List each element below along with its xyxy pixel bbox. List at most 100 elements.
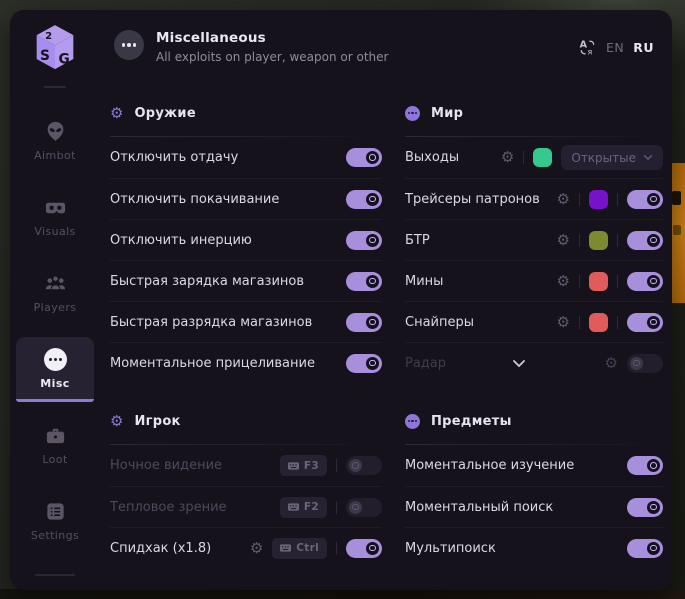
toggle[interactable]	[627, 190, 663, 209]
exits-dropdown[interactable]: Открытые	[561, 145, 663, 170]
svg-text:S: S	[40, 48, 50, 64]
separator	[579, 193, 580, 206]
section-world: Мир Выходы ⚙ Открытые	[405, 98, 663, 383]
row-label: Моментальный поиск	[405, 500, 553, 515]
gear-icon[interactable]: ⚙	[557, 192, 570, 207]
toggle-knob	[647, 275, 660, 288]
toggle-knob	[366, 275, 379, 288]
gear-icon[interactable]: ⚙	[501, 150, 514, 165]
gear-icon[interactable]: ⚙	[605, 356, 618, 371]
toggle[interactable]	[627, 456, 663, 475]
gear-icon[interactable]: ⚙	[557, 233, 570, 248]
section-header: Мир	[405, 98, 663, 128]
section-header: Предметы	[405, 406, 663, 436]
chevron-down-icon	[643, 154, 653, 161]
row-thermal-vision: Тепловое зрение F2	[110, 486, 382, 527]
toggle[interactable]	[346, 354, 382, 373]
toggle[interactable]	[627, 231, 663, 250]
section-title: Оружие	[134, 106, 196, 121]
page-header: Miscellaneous All exploits on player, we…	[114, 30, 654, 64]
page-title: Miscellaneous	[156, 30, 388, 46]
toggle-knob	[647, 234, 660, 247]
toggle[interactable]	[627, 354, 663, 373]
toggle[interactable]	[346, 148, 382, 167]
toggle-knob	[366, 151, 379, 164]
row-label: Спидхак (x1.8)	[110, 541, 211, 556]
section-header: ⚙ Игрок	[110, 406, 382, 436]
app-logo: 2 S G	[32, 22, 78, 74]
ellipsis-icon	[114, 30, 144, 60]
language-switcher: A я EN RU	[578, 38, 654, 57]
expand-button[interactable]	[512, 359, 526, 368]
toggle-knob	[366, 193, 379, 206]
separator	[617, 193, 618, 206]
sidebar-item-misc[interactable]: Misc	[16, 337, 94, 402]
color-swatch[interactable]	[533, 148, 552, 167]
gear-icon[interactable]: ⚙	[557, 274, 570, 289]
toggle[interactable]	[627, 539, 663, 558]
chevron-down-icon	[512, 359, 526, 368]
page-subtitle: All exploits on player, weapon or other	[156, 50, 388, 64]
toggle[interactable]	[346, 539, 382, 558]
toggle[interactable]	[346, 272, 382, 291]
column-right: Мир Выходы ⚙ Открытые	[405, 98, 663, 568]
gear-icon[interactable]: ⚙	[557, 315, 570, 330]
toggle-knob	[647, 316, 660, 329]
separator	[336, 459, 337, 472]
hotkey-badge[interactable]: F3	[280, 455, 327, 476]
translate-icon: A я	[578, 38, 597, 57]
toggle[interactable]	[627, 272, 663, 291]
lang-ru-button[interactable]: RU	[633, 40, 654, 55]
gear-icon[interactable]: ⚙	[250, 541, 263, 556]
alien-icon	[44, 120, 67, 143]
sidebar-item-players[interactable]: Players	[16, 261, 94, 326]
svg-text:G: G	[59, 52, 70, 68]
separator	[617, 316, 618, 329]
section-rows: Ночное видение F3 Тепловое зрение	[110, 445, 382, 568]
background-mark	[672, 191, 681, 205]
toggle[interactable]	[346, 231, 382, 250]
svg-text:A: A	[580, 40, 588, 51]
row-label: Тепловое зрение	[110, 500, 227, 515]
row-label: Быстрая зарядка магазинов	[110, 274, 304, 289]
row-no-sway: Отключить покачивание	[110, 178, 382, 219]
sidebar-nav: Aimbot Visuals Players	[10, 98, 100, 554]
row-speedhack: Спидхак (x1.8) ⚙ Ctrl	[110, 527, 382, 568]
sidebar-item-loot[interactable]: Loot	[16, 413, 94, 478]
color-swatch[interactable]	[589, 272, 608, 291]
section-items: Предметы Моментальное изучение Моменталь…	[405, 406, 663, 568]
color-swatch[interactable]	[589, 231, 608, 250]
sidebar-bottom-divider	[35, 574, 75, 576]
color-swatch[interactable]	[589, 313, 608, 332]
color-swatch[interactable]	[589, 190, 608, 209]
section-title: Игрок	[134, 414, 180, 429]
separator	[336, 501, 337, 514]
row-label: Моментальное изучение	[405, 458, 574, 473]
toggle-knob	[647, 501, 660, 514]
hotkey-badge[interactable]: Ctrl	[272, 538, 327, 559]
gear-icon: ⚙	[110, 106, 123, 121]
toggle[interactable]	[346, 313, 382, 332]
sidebar-item-visuals[interactable]: Visuals	[16, 185, 94, 250]
section-title: Предметы	[431, 414, 512, 429]
sidebar-item-label: Aimbot	[34, 149, 76, 162]
toggle[interactable]	[346, 498, 382, 517]
row-multi-loot: Мультипоиск	[405, 527, 663, 568]
row-label: Отключить отдачу	[110, 150, 238, 165]
lang-en-button[interactable]: EN	[606, 40, 624, 55]
sidebar-item-aimbot[interactable]: Aimbot	[16, 109, 94, 174]
hotkey-badge[interactable]: F2	[280, 497, 327, 518]
section-header: ⚙ Оружие	[110, 98, 382, 128]
keyboard-icon	[280, 544, 291, 552]
toggle[interactable]	[346, 456, 382, 475]
sidebar-item-settings[interactable]: Settings	[16, 489, 94, 554]
row-radar: Радар ⚙	[405, 342, 663, 383]
row-label: Снайперы	[405, 315, 474, 330]
toggle[interactable]	[627, 313, 663, 332]
separator	[579, 234, 580, 247]
row-label: Отключить покачивание	[110, 192, 279, 207]
toggle[interactable]	[346, 190, 382, 209]
row-label: Выходы	[405, 150, 459, 165]
toggle[interactable]	[627, 498, 663, 517]
players-icon	[44, 272, 67, 295]
